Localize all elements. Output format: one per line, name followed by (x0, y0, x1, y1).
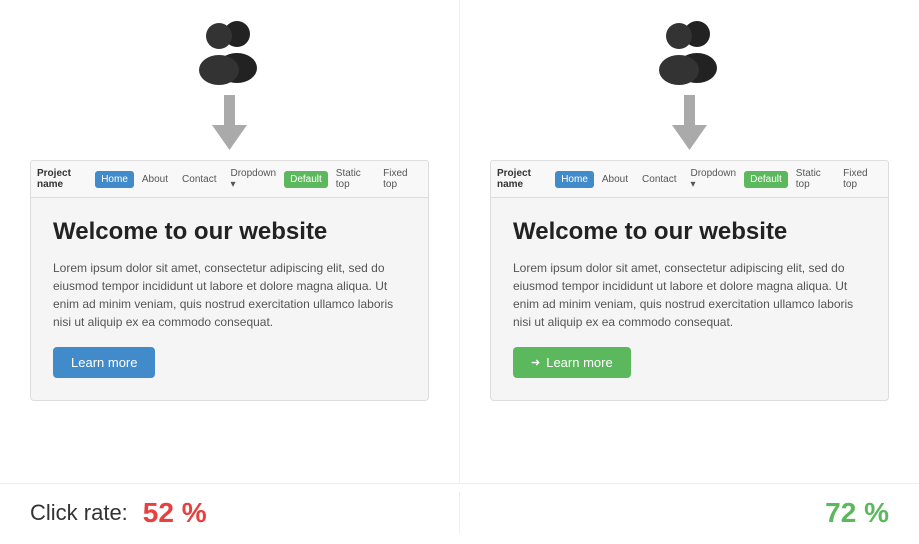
nav-brand-right: Project name (497, 168, 547, 190)
button-arrow-icon: ➜ (531, 356, 540, 369)
nav-about[interactable]: About (136, 171, 174, 188)
card-title-right: Welcome to our website (513, 218, 866, 247)
click-rate-value-left: 52 % (143, 497, 207, 529)
nav-home[interactable]: Home (95, 171, 134, 188)
click-rate-row: Click rate: 52 % 72 % (0, 483, 919, 544)
users-icon (185, 20, 275, 85)
arrow-icon-right (672, 95, 707, 150)
learn-more-label-right: Learn more (546, 355, 612, 370)
nav-fixed-right[interactable]: Fixed top (837, 165, 882, 193)
nav-fixed[interactable]: Fixed top (377, 165, 422, 193)
card-title-left: Welcome to our website (53, 218, 406, 247)
learn-more-button-left[interactable]: Learn more (53, 347, 155, 378)
card-text-left: Lorem ipsum dolor sit amet, consectetur … (53, 259, 406, 331)
mini-navbar-left: Project name Home About Contact Dropdown… (30, 160, 429, 198)
users-icon-right (645, 20, 735, 85)
nav-static-right[interactable]: Static top (790, 165, 835, 193)
left-panel: Project name Home About Contact Dropdown… (0, 0, 459, 483)
card-text-right: Lorem ipsum dolor sit amet, consectetur … (513, 259, 866, 331)
click-rate-value-right: 72 % (825, 497, 889, 529)
learn-more-button-right[interactable]: ➜ Learn more (513, 347, 631, 378)
nav-static[interactable]: Static top (330, 165, 375, 193)
content-card-left: Welcome to our website Lorem ipsum dolor… (30, 198, 429, 401)
arrow-icon (212, 95, 247, 150)
main-content: Project name Home About Contact Dropdown… (0, 0, 919, 483)
nav-default-right[interactable]: Default (744, 171, 788, 188)
learn-more-label-left: Learn more (71, 355, 137, 370)
click-rate-right: 72 % (460, 492, 919, 534)
content-card-right: Welcome to our website Lorem ipsum dolor… (490, 198, 889, 401)
nav-dropdown[interactable]: Dropdown ▾ (225, 165, 283, 193)
nav-contact-right[interactable]: Contact (636, 171, 682, 188)
nav-about-right[interactable]: About (596, 171, 634, 188)
click-rate-label-left: Click rate: (30, 500, 128, 526)
right-panel: Project name Home About Contact Dropdown… (460, 0, 919, 483)
nav-default[interactable]: Default (284, 171, 328, 188)
nav-contact[interactable]: Contact (176, 171, 222, 188)
nav-home-right[interactable]: Home (555, 171, 594, 188)
mini-navbar-right: Project name Home About Contact Dropdown… (490, 160, 889, 198)
click-rate-left: Click rate: 52 % (0, 492, 459, 534)
nav-brand: Project name (37, 168, 87, 190)
nav-dropdown-right[interactable]: Dropdown ▾ (685, 165, 743, 193)
